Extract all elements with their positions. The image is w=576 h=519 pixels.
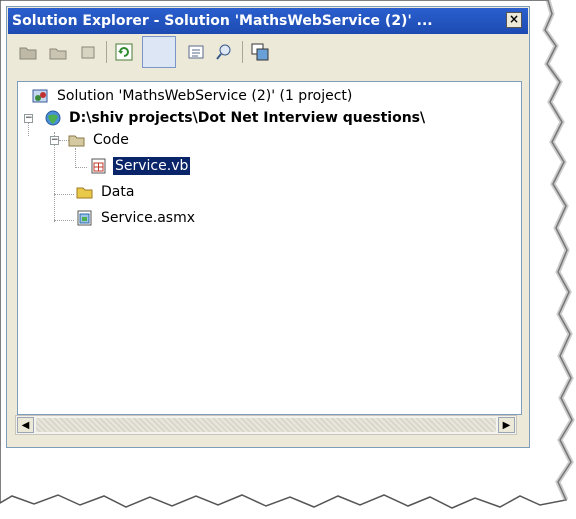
right-arrow-icon: ▶ bbox=[502, 419, 511, 431]
view-code-button[interactable] bbox=[184, 40, 208, 64]
solution-tree[interactable]: Solution 'MathsWebService (2)' (1 projec… bbox=[17, 81, 522, 415]
collapse-icon: − bbox=[51, 135, 59, 145]
asmx-file-icon bbox=[76, 209, 94, 227]
toolbar bbox=[8, 35, 528, 71]
solution-icon bbox=[32, 87, 50, 105]
left-arrow-icon: ◀ bbox=[21, 419, 30, 431]
view-code-icon bbox=[188, 45, 204, 59]
web-project-icon bbox=[44, 109, 62, 127]
horizontal-scrollbar[interactable]: ◀ ▶ bbox=[15, 415, 517, 435]
tree-item-project[interactable]: D:\shiv projects\Dot Net Interview quest… bbox=[44, 108, 427, 128]
open-folder-icon bbox=[68, 131, 86, 149]
properties-folder-icon bbox=[19, 47, 37, 60]
code-folder-expander[interactable]: − bbox=[50, 136, 59, 145]
close-icon: × bbox=[508, 12, 520, 26]
view-designer-button[interactable] bbox=[212, 40, 236, 64]
tree-item-service-vb[interactable]: Service.vb bbox=[90, 156, 192, 176]
code-folder-label: Code bbox=[93, 132, 129, 148]
tree-item-solution[interactable]: Solution 'MathsWebService (2)' (1 projec… bbox=[32, 86, 354, 106]
tree-connector bbox=[75, 148, 76, 168]
data-folder-label: Data bbox=[101, 184, 135, 200]
toolbar-separator bbox=[106, 41, 107, 63]
solution-label: Solution 'MathsWebService (2)' (1 projec… bbox=[57, 88, 353, 104]
service-asmx-label: Service.asmx bbox=[101, 210, 195, 226]
show-all-files-icon bbox=[49, 48, 67, 60]
vb-file-icon bbox=[90, 157, 108, 175]
window-titlebar[interactable]: Solution Explorer - Solution 'MathsWebSe… bbox=[8, 8, 528, 34]
service-vb-label: Service.vb bbox=[111, 156, 192, 176]
refresh-icon bbox=[115, 43, 133, 61]
collapse-icon: − bbox=[25, 113, 33, 123]
tree-connector bbox=[54, 220, 74, 221]
folder-icon bbox=[76, 183, 94, 201]
project-expander[interactable]: − bbox=[24, 114, 33, 123]
nested-files-icon bbox=[81, 46, 95, 59]
tree-connector bbox=[54, 194, 74, 195]
refresh-button[interactable] bbox=[112, 40, 136, 64]
solution-explorer-window: Solution Explorer - Solution 'MathsWebSe… bbox=[6, 6, 530, 448]
view-designer-icon bbox=[216, 44, 231, 60]
tree-connector bbox=[75, 167, 87, 168]
copy-website-icon bbox=[251, 43, 269, 61]
close-button[interactable]: × bbox=[506, 12, 522, 28]
tree-item-code-folder[interactable]: Code bbox=[68, 130, 131, 150]
tree-item-data-folder[interactable]: Data bbox=[76, 182, 136, 202]
pressed-toggle-button[interactable] bbox=[142, 36, 176, 68]
scroll-track[interactable] bbox=[36, 418, 496, 432]
scroll-left-button[interactable]: ◀ bbox=[17, 417, 34, 433]
project-label: D:\shiv projects\Dot Net Interview quest… bbox=[69, 110, 426, 126]
toolbar-separator bbox=[242, 41, 243, 63]
nested-files-button[interactable] bbox=[76, 40, 100, 64]
tree-item-service-asmx[interactable]: Service.asmx bbox=[76, 208, 197, 228]
show-all-files-button[interactable] bbox=[46, 40, 70, 64]
tree-connector bbox=[54, 132, 55, 222]
copy-website-button[interactable] bbox=[248, 40, 272, 64]
scroll-right-button[interactable]: ▶ bbox=[498, 417, 515, 433]
properties-folder-button[interactable] bbox=[16, 40, 40, 64]
window-title: Solution Explorer - Solution 'MathsWebSe… bbox=[12, 13, 433, 29]
